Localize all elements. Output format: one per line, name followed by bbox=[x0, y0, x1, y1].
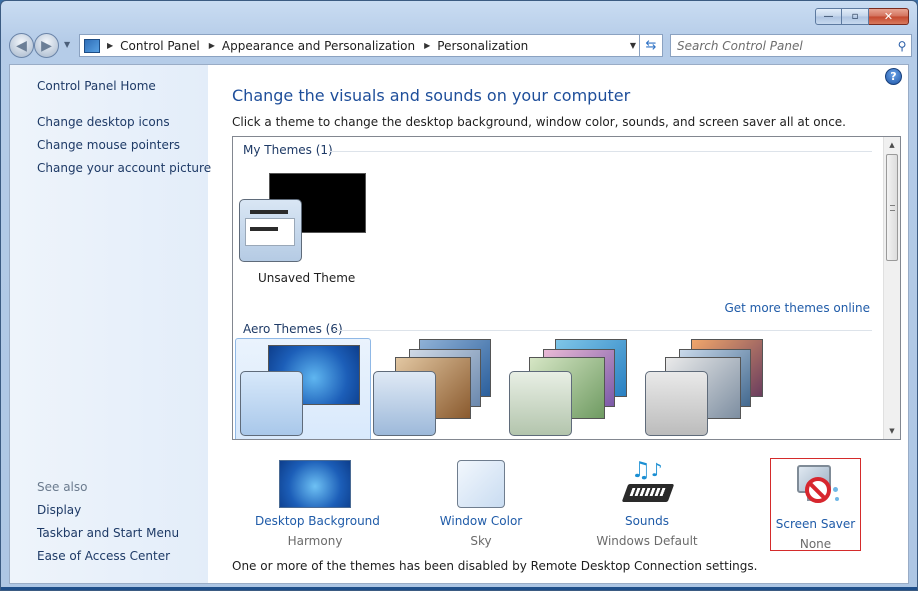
close-button[interactable]: ✕ bbox=[869, 8, 909, 25]
refresh-icon: ⇆ bbox=[645, 38, 657, 53]
theme-window-preview bbox=[240, 371, 303, 436]
refresh-button[interactable]: ⇆ bbox=[639, 34, 663, 57]
theme-unsaved[interactable]: Unsaved Theme bbox=[239, 173, 369, 285]
help-icon[interactable]: ? bbox=[885, 68, 902, 85]
theme-window-preview bbox=[509, 371, 572, 436]
maximize-button[interactable]: ▫ bbox=[842, 8, 869, 25]
sounds-label: Sounds bbox=[624, 514, 670, 528]
desktop-background-tile[interactable]: Desktop Background Harmony bbox=[255, 456, 380, 550]
sounds-icon: ♫ ♪ bbox=[621, 458, 675, 508]
control-panel-icon bbox=[84, 38, 100, 53]
theme-windows7-selected[interactable] bbox=[235, 338, 371, 439]
scroll-down-icon[interactable]: ▼ bbox=[884, 423, 900, 439]
group-divider bbox=[333, 330, 872, 331]
sidebar: Control Panel Home Change desktop icons … bbox=[10, 65, 211, 583]
page-title: Change the visuals and sounds on your co… bbox=[232, 86, 631, 105]
breadcrumb-separator-icon[interactable]: ▶ bbox=[424, 41, 430, 50]
search-icon[interactable]: ⚲ bbox=[893, 39, 911, 53]
screen-saver-tile[interactable]: Screen Saver None bbox=[770, 458, 861, 551]
theme-list-scrollbar[interactable]: ▲ ▼ bbox=[883, 137, 900, 439]
navigation-bar: ◀ ▶ ▼ ▶ Control Panel ▶ Appearance and P… bbox=[9, 32, 912, 58]
theme-window-preview bbox=[373, 371, 436, 436]
breadcrumb-separator-icon[interactable]: ▶ bbox=[209, 41, 215, 50]
breadcrumb-personalization[interactable]: Personalization bbox=[437, 39, 528, 53]
back-button[interactable]: ◀ bbox=[9, 33, 34, 58]
address-bar[interactable]: ▶ Control Panel ▶ Appearance and Persona… bbox=[79, 34, 643, 57]
get-more-themes-link[interactable]: Get more themes online bbox=[724, 301, 870, 315]
control-panel-home-link[interactable]: Control Panel Home bbox=[37, 79, 156, 93]
display-link[interactable]: Display bbox=[37, 503, 81, 517]
window-color-label: Window Color bbox=[439, 514, 523, 528]
theme-architecture[interactable] bbox=[373, 335, 509, 439]
taskbar-start-menu-link[interactable]: Taskbar and Start Menu bbox=[37, 526, 179, 540]
search-input[interactable] bbox=[671, 36, 893, 55]
scrollbar-thumb[interactable] bbox=[886, 154, 898, 261]
breadcrumb-control-panel[interactable]: Control Panel bbox=[120, 39, 200, 53]
screen-saver-label: Screen Saver bbox=[775, 517, 856, 531]
unsaved-theme-label: Unsaved Theme bbox=[258, 271, 356, 285]
ease-of-access-link[interactable]: Ease of Access Center bbox=[37, 549, 170, 563]
change-mouse-pointers-link[interactable]: Change mouse pointers bbox=[37, 138, 180, 152]
caption-buttons: — ▫ ✕ bbox=[815, 8, 909, 25]
breadcrumb-appearance[interactable]: Appearance and Personalization bbox=[222, 39, 415, 53]
sounds-tile[interactable]: ♫ ♪ Sounds Windows Default bbox=[587, 456, 707, 550]
sounds-value: Windows Default bbox=[596, 534, 698, 548]
desktop-background-thumbnail bbox=[279, 460, 351, 508]
window-color-tile[interactable]: Window Color Sky bbox=[421, 456, 541, 550]
theme-landscapes[interactable] bbox=[645, 335, 781, 439]
content-area: Control Panel Home Change desktop icons … bbox=[9, 64, 909, 584]
theme-characters[interactable] bbox=[509, 335, 645, 439]
screen-saver-icon bbox=[793, 463, 841, 511]
change-account-picture-link[interactable]: Change your account picture bbox=[37, 161, 211, 175]
desktop-background-label: Desktop Background bbox=[255, 514, 380, 528]
desktop-background-value: Harmony bbox=[287, 534, 343, 548]
window-color-value: Sky bbox=[470, 534, 492, 548]
personalization-window: — ▫ ✕ ◀ ▶ ▼ ▶ Control Panel ▶ Appearance… bbox=[0, 0, 918, 591]
theme-window-preview bbox=[239, 199, 302, 262]
window-color-swatch bbox=[457, 460, 505, 508]
forward-button[interactable]: ▶ bbox=[34, 33, 59, 58]
my-themes-label: My Themes (1) bbox=[243, 143, 333, 157]
remote-desktop-note: One or more of the themes has been disab… bbox=[232, 559, 758, 573]
screen-saver-value: None bbox=[799, 537, 832, 551]
theme-list: My Themes (1) Unsaved Theme Get more the… bbox=[232, 136, 901, 440]
scroll-up-icon[interactable]: ▲ bbox=[884, 137, 900, 153]
aero-themes-label: Aero Themes (6) bbox=[243, 322, 343, 336]
group-divider bbox=[329, 151, 872, 152]
change-desktop-icons-link[interactable]: Change desktop icons bbox=[37, 115, 170, 129]
recent-pages-dropdown-icon[interactable]: ▼ bbox=[64, 40, 70, 49]
theme-window-preview bbox=[645, 371, 708, 436]
see-also-label: See also bbox=[37, 480, 88, 494]
search-box[interactable]: ⚲ bbox=[670, 34, 912, 57]
minimize-button[interactable]: — bbox=[815, 8, 842, 25]
page-description: Click a theme to change the desktop back… bbox=[232, 115, 846, 129]
taskbar-strip bbox=[1, 587, 917, 590]
breadcrumb-separator-icon[interactable]: ▶ bbox=[107, 41, 113, 50]
